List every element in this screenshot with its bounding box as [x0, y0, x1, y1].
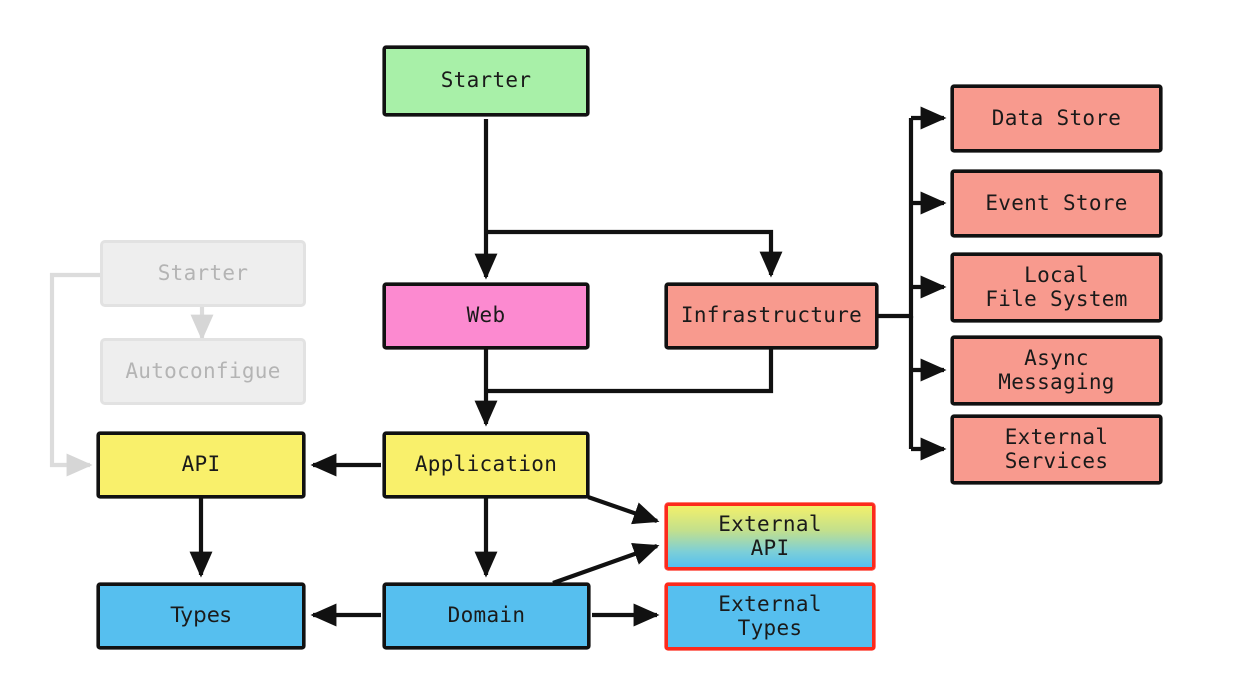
- node-starter-muted-label: Starter: [157, 260, 249, 285]
- node-web[interactable]: Web: [383, 283, 589, 349]
- node-external-services-label: External Services: [1004, 424, 1109, 473]
- node-infrastructure[interactable]: Infrastructure: [665, 283, 878, 349]
- edge-starter-to-infrastructure: [486, 229, 783, 278]
- node-api-label: API: [181, 452, 221, 477]
- node-external-types-label: External Types: [718, 591, 822, 640]
- node-external-services[interactable]: External Services: [951, 415, 1162, 484]
- node-autoconfigue[interactable]: Autoconfigue: [100, 338, 306, 405]
- node-local-file-system-label: Local File System: [985, 262, 1128, 311]
- node-types-label: Types: [170, 603, 232, 628]
- node-autoconfigue-label: Autoconfigue: [125, 358, 281, 383]
- edge-muted-starter-to-api: [49, 272, 100, 477]
- node-event-store-label: Event Store: [985, 190, 1128, 215]
- node-web-label: Web: [466, 303, 506, 328]
- architecture-diagram: Starter Starter Autoconfigue Web Infrast…: [0, 0, 1240, 688]
- node-event-store[interactable]: Event Store: [951, 170, 1162, 237]
- node-api[interactable]: API: [97, 432, 305, 498]
- node-async-messaging-label: Async Messaging: [998, 345, 1115, 394]
- node-local-file-system[interactable]: Local File System: [951, 253, 1162, 322]
- node-domain[interactable]: Domain: [383, 583, 590, 649]
- edge-application-to-external-api: [587, 495, 660, 525]
- node-external-api-label: External API: [718, 511, 822, 560]
- node-starter-muted[interactable]: Starter: [100, 240, 306, 307]
- edge-infrastructure-bus: [878, 118, 914, 319]
- node-async-messaging[interactable]: Async Messaging: [951, 336, 1162, 405]
- node-application[interactable]: Application: [383, 432, 589, 498]
- node-starter-label: Starter: [440, 68, 532, 93]
- node-external-types[interactable]: External Types: [665, 583, 875, 650]
- edge-domain-to-external-api: [552, 543, 660, 585]
- edge-infrastructure-to-application: [486, 349, 774, 394]
- node-data-store[interactable]: Data Store: [951, 85, 1162, 152]
- node-types[interactable]: Types: [97, 583, 305, 649]
- node-infrastructure-label: Infrastructure: [680, 303, 863, 328]
- node-external-api[interactable]: External API: [665, 503, 875, 570]
- node-starter[interactable]: Starter: [383, 46, 589, 116]
- node-application-label: Application: [414, 452, 558, 477]
- node-data-store-label: Data Store: [991, 105, 1122, 130]
- node-domain-label: Domain: [447, 603, 526, 628]
